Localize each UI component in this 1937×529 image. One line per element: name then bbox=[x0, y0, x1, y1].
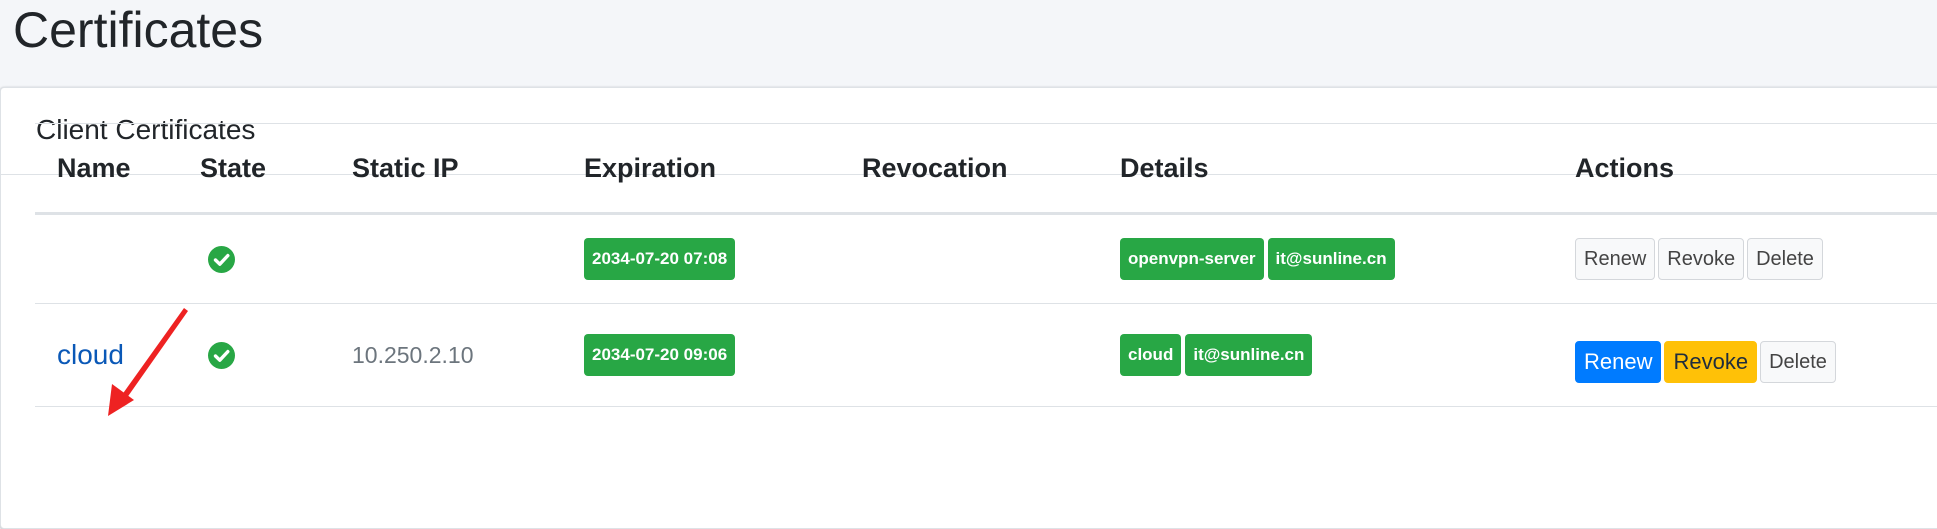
renew-button[interactable]: Renew bbox=[1575, 341, 1662, 383]
page-title: Certificates bbox=[13, 2, 264, 58]
check-circle-icon bbox=[208, 342, 235, 370]
table-row: cloud 10.250.2.10 2034-07-20 09:06 cloud… bbox=[35, 304, 1937, 407]
cell-state bbox=[178, 214, 330, 304]
details-badge-common-name: openvpn-server bbox=[1120, 238, 1264, 280]
table-row: 2034-07-20 07:08 openvpn-server it@sunlin… bbox=[35, 214, 1937, 304]
column-header-actions[interactable]: Actions bbox=[1553, 124, 1937, 214]
cell-static-ip: 10.250.2.10 bbox=[330, 304, 562, 407]
revoke-button[interactable]: Revoke bbox=[1664, 341, 1758, 383]
expiration-badge: 2034-07-20 09:06 bbox=[584, 334, 736, 376]
cell-expiration: 2034-07-20 07:08 bbox=[562, 214, 840, 304]
check-circle-icon bbox=[208, 246, 235, 274]
cell-expiration: 2034-07-20 09:06 bbox=[562, 304, 840, 407]
cell-revocation bbox=[840, 214, 1098, 304]
column-header-name[interactable]: Name bbox=[35, 124, 178, 214]
cell-actions: Renew Revoke Delete bbox=[1553, 214, 1937, 304]
renew-button[interactable]: Renew bbox=[1575, 238, 1656, 280]
delete-button[interactable]: Delete bbox=[1760, 341, 1836, 383]
cell-details: cloud it@sunline.cn bbox=[1098, 304, 1553, 407]
certificates-table-wrapper: Name State Static IP Expiration Revocati… bbox=[35, 123, 1937, 407]
delete-button[interactable]: Delete bbox=[1747, 238, 1823, 280]
cell-actions: Renew Revoke Delete bbox=[1553, 304, 1937, 407]
details-badge-email: it@sunline.cn bbox=[1267, 238, 1395, 280]
table-header-row: Name State Static IP Expiration Revocati… bbox=[35, 123, 1937, 214]
certificates-table: Name State Static IP Expiration Revocati… bbox=[35, 123, 1937, 407]
column-header-state[interactable]: State bbox=[178, 124, 330, 214]
cell-name: cloud bbox=[35, 304, 178, 407]
cell-static-ip bbox=[330, 214, 562, 304]
column-header-static-ip[interactable]: Static IP bbox=[330, 124, 562, 214]
column-header-details[interactable]: Details bbox=[1098, 124, 1553, 214]
details-badge-common-name: cloud bbox=[1120, 334, 1182, 376]
cell-revocation bbox=[840, 304, 1098, 407]
certificate-name-link[interactable]: cloud bbox=[57, 339, 124, 370]
cell-name bbox=[35, 214, 178, 304]
column-header-expiration[interactable]: Expiration bbox=[562, 124, 840, 214]
cell-state bbox=[178, 304, 330, 407]
revoke-button[interactable]: Revoke bbox=[1658, 238, 1745, 280]
expiration-badge: 2034-07-20 07:08 bbox=[584, 238, 736, 280]
details-badge-email: it@sunline.cn bbox=[1185, 334, 1313, 376]
column-header-revocation[interactable]: Revocation bbox=[840, 124, 1098, 214]
cell-details: openvpn-server it@sunline.cn bbox=[1098, 214, 1553, 304]
static-ip-value: 10.250.2.10 bbox=[352, 341, 474, 368]
